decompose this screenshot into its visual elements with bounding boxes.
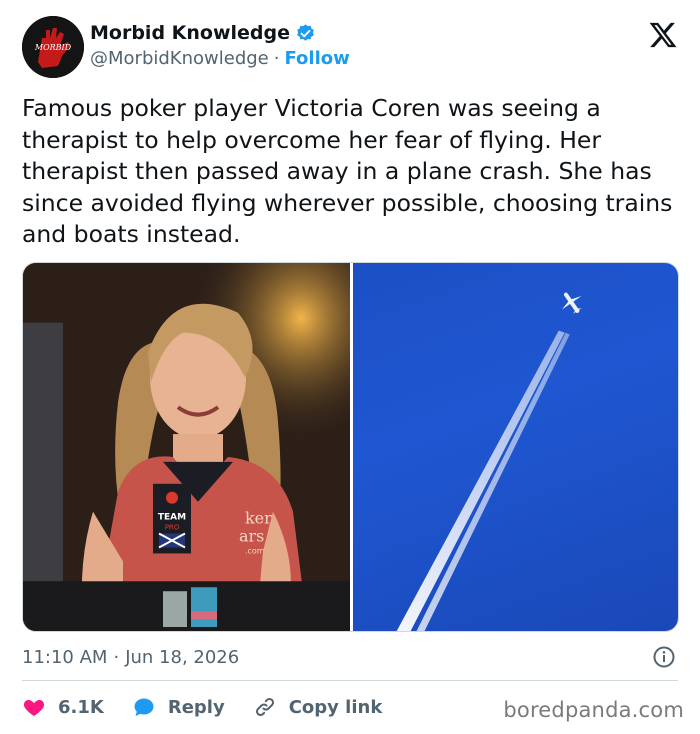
tweet-meta: 11:10 AM · Jun 18, 2026 xyxy=(22,644,678,670)
portrait-illustration: TEAM PRO ker ars .com xyxy=(23,263,350,631)
photo-plane-contrail[interactable] xyxy=(353,263,678,631)
avatar-logo-text: MORBID xyxy=(34,43,72,52)
tweet-date[interactable]: Jun 18, 2026 xyxy=(125,647,239,668)
tweet-time[interactable]: 11:10 AM xyxy=(22,647,107,668)
bg-text-ker: ker xyxy=(245,509,272,528)
avatar-image: MORBID xyxy=(22,16,84,78)
speech-bubble-icon xyxy=(134,698,154,716)
like-count: 6.1K xyxy=(58,696,104,718)
bg-text-ars: ars xyxy=(239,527,264,546)
actions-divider xyxy=(22,680,678,681)
shirt-text-pro: PRO xyxy=(165,524,180,532)
reply-button[interactable]: Reply xyxy=(132,695,225,719)
handle-separator: · xyxy=(273,48,280,69)
sky-illustration xyxy=(396,292,582,631)
tweet-text: Famous poker player Victoria Coren was s… xyxy=(22,94,673,248)
bg-text-com: .com xyxy=(245,546,265,555)
link-icon xyxy=(255,697,274,717)
verified-badge-icon xyxy=(295,23,316,44)
shirt-text-team: TEAM xyxy=(158,513,186,523)
copy-link-button[interactable]: Copy link xyxy=(253,695,383,719)
reply-label: Reply xyxy=(167,696,225,718)
boredpanda-watermark: boredpanda.com xyxy=(503,698,684,722)
photo-victoria-coren[interactable]: TEAM PRO ker ars .com xyxy=(23,263,350,631)
info-icon[interactable] xyxy=(652,645,676,669)
time-separator: · xyxy=(113,646,120,668)
like-button[interactable]: 6.1K xyxy=(22,695,104,719)
heart-icon xyxy=(23,700,45,716)
follow-button[interactable]: Follow xyxy=(284,48,349,69)
tweet-actions: 6.1K Reply Copy link xyxy=(22,692,410,722)
author-display-name[interactable]: Morbid Knowledge xyxy=(90,22,290,44)
copy-link-label: Copy link xyxy=(288,696,383,718)
tweet-header: MORBID Morbid Knowledge @MorbidKnowledge… xyxy=(22,14,682,80)
x-logo-icon[interactable] xyxy=(648,20,678,50)
tweet-media[interactable]: TEAM PRO ker ars .com xyxy=(22,262,679,632)
author-avatar[interactable]: MORBID xyxy=(22,16,84,78)
author-handle[interactable]: @MorbidKnowledge xyxy=(90,48,269,69)
